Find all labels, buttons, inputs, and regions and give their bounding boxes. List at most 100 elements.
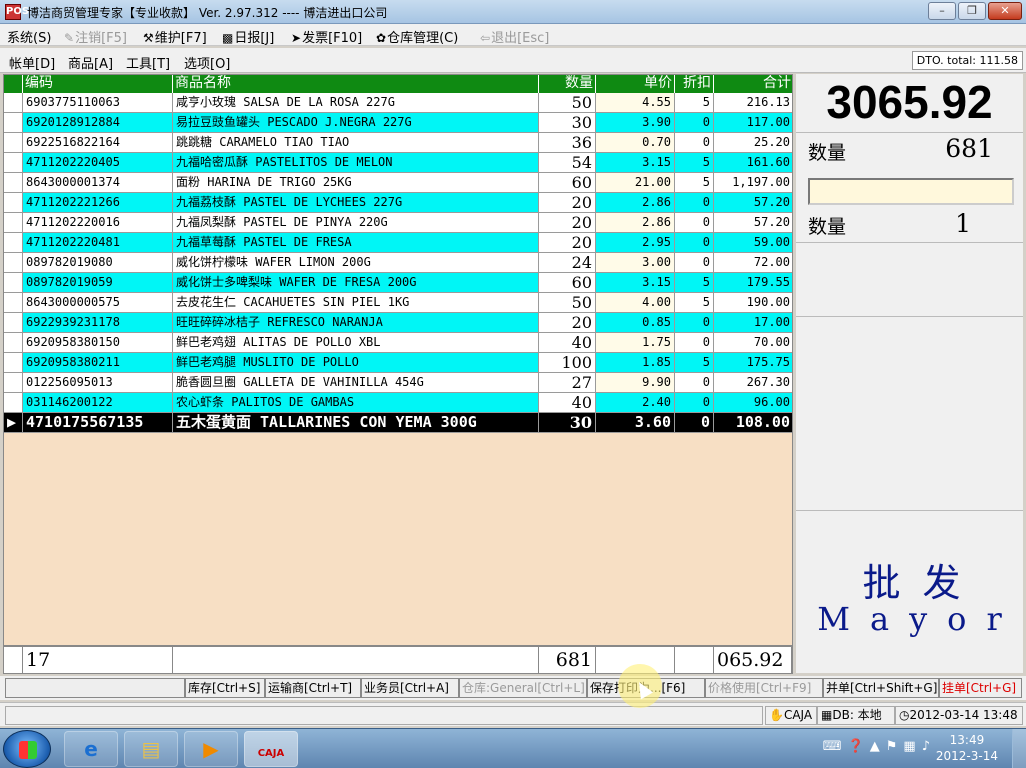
- cell-qty[interactable]: 30: [539, 113, 596, 133]
- hang-order-button[interactable]: 挂单[Ctrl+G]: [939, 678, 1022, 698]
- submenu-tools[interactable]: 工具[T]: [126, 53, 170, 72]
- cell-code[interactable]: 6903775110063: [23, 93, 173, 113]
- header-qty[interactable]: 数量: [539, 75, 596, 93]
- header-code[interactable]: 编码: [23, 75, 173, 93]
- cell-price[interactable]: 9.90: [596, 373, 675, 393]
- cell-qty[interactable]: 20: [539, 313, 596, 333]
- flag-icon[interactable]: ⚑: [886, 739, 904, 754]
- cell-code[interactable]: 089782019059: [23, 273, 173, 293]
- cell-name[interactable]: 九福凤梨酥 PASTEL DE PINYA 220G: [173, 213, 539, 233]
- carrier-button[interactable]: 运输商[Ctrl+T]: [265, 678, 361, 698]
- start-button[interactable]: [3, 730, 51, 768]
- cell-code[interactable]: 6920128912884: [23, 113, 173, 133]
- help-icon[interactable]: ❓: [848, 739, 870, 754]
- table-row[interactable]: 012256095013 脆香圆旦圈 GALLETA DE VAHINILLA 4…: [4, 373, 792, 393]
- cell-code[interactable]: 4711202220481: [23, 233, 173, 253]
- cell-price[interactable]: 4.55: [596, 93, 675, 113]
- cell-qty[interactable]: 40: [539, 333, 596, 353]
- menu-exit[interactable]: ⇦退出[Esc]: [480, 27, 549, 46]
- cell-qty[interactable]: 36: [539, 133, 596, 153]
- cell-code[interactable]: 4710175567135: [23, 413, 173, 433]
- cell-qty[interactable]: 40: [539, 393, 596, 413]
- cell-total[interactable]: 179.55: [714, 273, 792, 293]
- cell-discount[interactable]: 0: [675, 233, 714, 253]
- cell-price[interactable]: 3.15: [596, 273, 675, 293]
- cell-discount[interactable]: 5: [675, 353, 714, 373]
- cell-code[interactable]: 4711202220405: [23, 153, 173, 173]
- cell-price[interactable]: 0.70: [596, 133, 675, 153]
- cell-name[interactable]: 鲜巴老鸡腿 MUSLITO DE POLLO: [173, 353, 539, 373]
- cell-price[interactable]: 3.90: [596, 113, 675, 133]
- warehouse-button[interactable]: 仓库:General[Ctrl+L]: [459, 678, 587, 698]
- barcode-input[interactable]: [808, 178, 1014, 205]
- table-row[interactable]: 6922939231178 旺旺碎碎冰桔子 REFRESCO NARANJA 20 0…: [4, 313, 792, 333]
- salesman-button[interactable]: 业务员[Ctrl+A]: [361, 678, 459, 698]
- cell-discount[interactable]: 5: [675, 153, 714, 173]
- header-name[interactable]: 商品名称: [173, 75, 539, 93]
- menu-logout[interactable]: ✎注销[F5]: [64, 27, 127, 46]
- cell-price[interactable]: 2.86: [596, 193, 675, 213]
- cell-name[interactable]: 九福荔枝酥 PASTEL DE LYCHEES 227G: [173, 193, 539, 213]
- cell-discount[interactable]: 0: [675, 313, 714, 333]
- cell-total[interactable]: 96.00: [714, 393, 792, 413]
- table-row[interactable]: 4711202221266 九福荔枝酥 PASTEL DE LYCHEES 227…: [4, 193, 792, 213]
- volume-icon[interactable]: ♪: [922, 739, 936, 754]
- sales-grid[interactable]: 编码 商品名称 数量 单价 折扣 合计 6903775110063 咸亨小玫瑰 S…: [3, 74, 793, 646]
- cell-total[interactable]: 59.00: [714, 233, 792, 253]
- table-row[interactable]: 8643000001374 面粉 HARINA DE TRIGO 25KG 60 21…: [4, 173, 792, 193]
- cell-total[interactable]: 17.00: [714, 313, 792, 333]
- submenu-goods[interactable]: 商品[A]: [68, 53, 113, 72]
- cell-name[interactable]: 九福草莓酥 PASTEL DE FRESA: [173, 233, 539, 253]
- table-row[interactable]: 089782019059 威化饼士多啤梨味 WAFER DE FRESA 200G…: [4, 273, 792, 293]
- cell-name[interactable]: 跳跳糖 CARAMELO TIAO TIAO: [173, 133, 539, 153]
- cell-name[interactable]: 脆香圆旦圈 GALLETA DE VAHINILLA 454G: [173, 373, 539, 393]
- cell-qty[interactable]: 50: [539, 93, 596, 113]
- cell-qty[interactable]: 20: [539, 213, 596, 233]
- cell-code[interactable]: 031146200122: [23, 393, 173, 413]
- price-use-button[interactable]: 价格使用[Ctrl+F9]: [705, 678, 823, 698]
- menu-invoice[interactable]: ➤发票[F10]: [291, 27, 362, 46]
- cell-total[interactable]: 70.00: [714, 333, 792, 353]
- menu-maintain[interactable]: ⚒维护[F7]: [143, 27, 207, 46]
- cell-name[interactable]: 面粉 HARINA DE TRIGO 25KG: [173, 173, 539, 193]
- cell-discount[interactable]: 5: [675, 293, 714, 313]
- cell-total[interactable]: 161.60: [714, 153, 792, 173]
- cell-qty[interactable]: 50: [539, 293, 596, 313]
- cell-total[interactable]: 267.30: [714, 373, 792, 393]
- cell-discount[interactable]: 0: [675, 393, 714, 413]
- maximize-button[interactable]: ❐: [958, 2, 986, 20]
- cell-code[interactable]: 8643000000575: [23, 293, 173, 313]
- cell-qty[interactable]: 60: [539, 173, 596, 193]
- cell-total[interactable]: 117.00: [714, 113, 792, 133]
- cell-discount[interactable]: 0: [675, 213, 714, 233]
- cell-discount[interactable]: 5: [675, 93, 714, 113]
- cell-discount[interactable]: 0: [675, 113, 714, 133]
- cell-discount[interactable]: 0: [675, 333, 714, 353]
- table-row[interactable]: ▶ 4710175567135 五木蛋黄面 TALLARINES CON YEMA …: [4, 413, 792, 433]
- taskbar-media[interactable]: ▶: [184, 731, 238, 767]
- keyboard-icon[interactable]: ⌨: [823, 739, 848, 754]
- cell-total[interactable]: 72.00: [714, 253, 792, 273]
- cell-price[interactable]: 3.00: [596, 253, 675, 273]
- cell-code[interactable]: 8643000001374: [23, 173, 173, 193]
- cell-qty[interactable]: 24: [539, 253, 596, 273]
- cell-price[interactable]: 2.95: [596, 233, 675, 253]
- stock-button[interactable]: 库存[Ctrl+S]: [185, 678, 265, 698]
- table-row[interactable]: 4711202220016 九福凤梨酥 PASTEL DE PINYA 220G 2…: [4, 213, 792, 233]
- cell-name[interactable]: 去皮花生仁 CACAHUETES SIN PIEL 1KG: [173, 293, 539, 313]
- show-desktop-button[interactable]: [1012, 729, 1026, 768]
- header-total[interactable]: 合计: [714, 75, 792, 93]
- table-row[interactable]: 8643000000575 去皮花生仁 CACAHUETES SIN PIEL 1…: [4, 293, 792, 313]
- cell-price[interactable]: 4.00: [596, 293, 675, 313]
- table-row[interactable]: 6920128912884 易拉豆豉鱼罐头 PESCADO J.NEGRA 227…: [4, 113, 792, 133]
- cell-discount[interactable]: 0: [675, 373, 714, 393]
- cell-name[interactable]: 农心虾条 PALITOS DE GAMBAS: [173, 393, 539, 413]
- taskbar-pos-app[interactable]: CAJA: [244, 731, 298, 767]
- cell-price[interactable]: 21.00: [596, 173, 675, 193]
- cell-total[interactable]: 57.20: [714, 193, 792, 213]
- cell-price[interactable]: 2.40: [596, 393, 675, 413]
- menu-daily-report[interactable]: ▩日报[J]: [222, 27, 274, 46]
- cell-discount[interactable]: 0: [675, 133, 714, 153]
- cell-code[interactable]: 012256095013: [23, 373, 173, 393]
- cell-price[interactable]: 2.86: [596, 213, 675, 233]
